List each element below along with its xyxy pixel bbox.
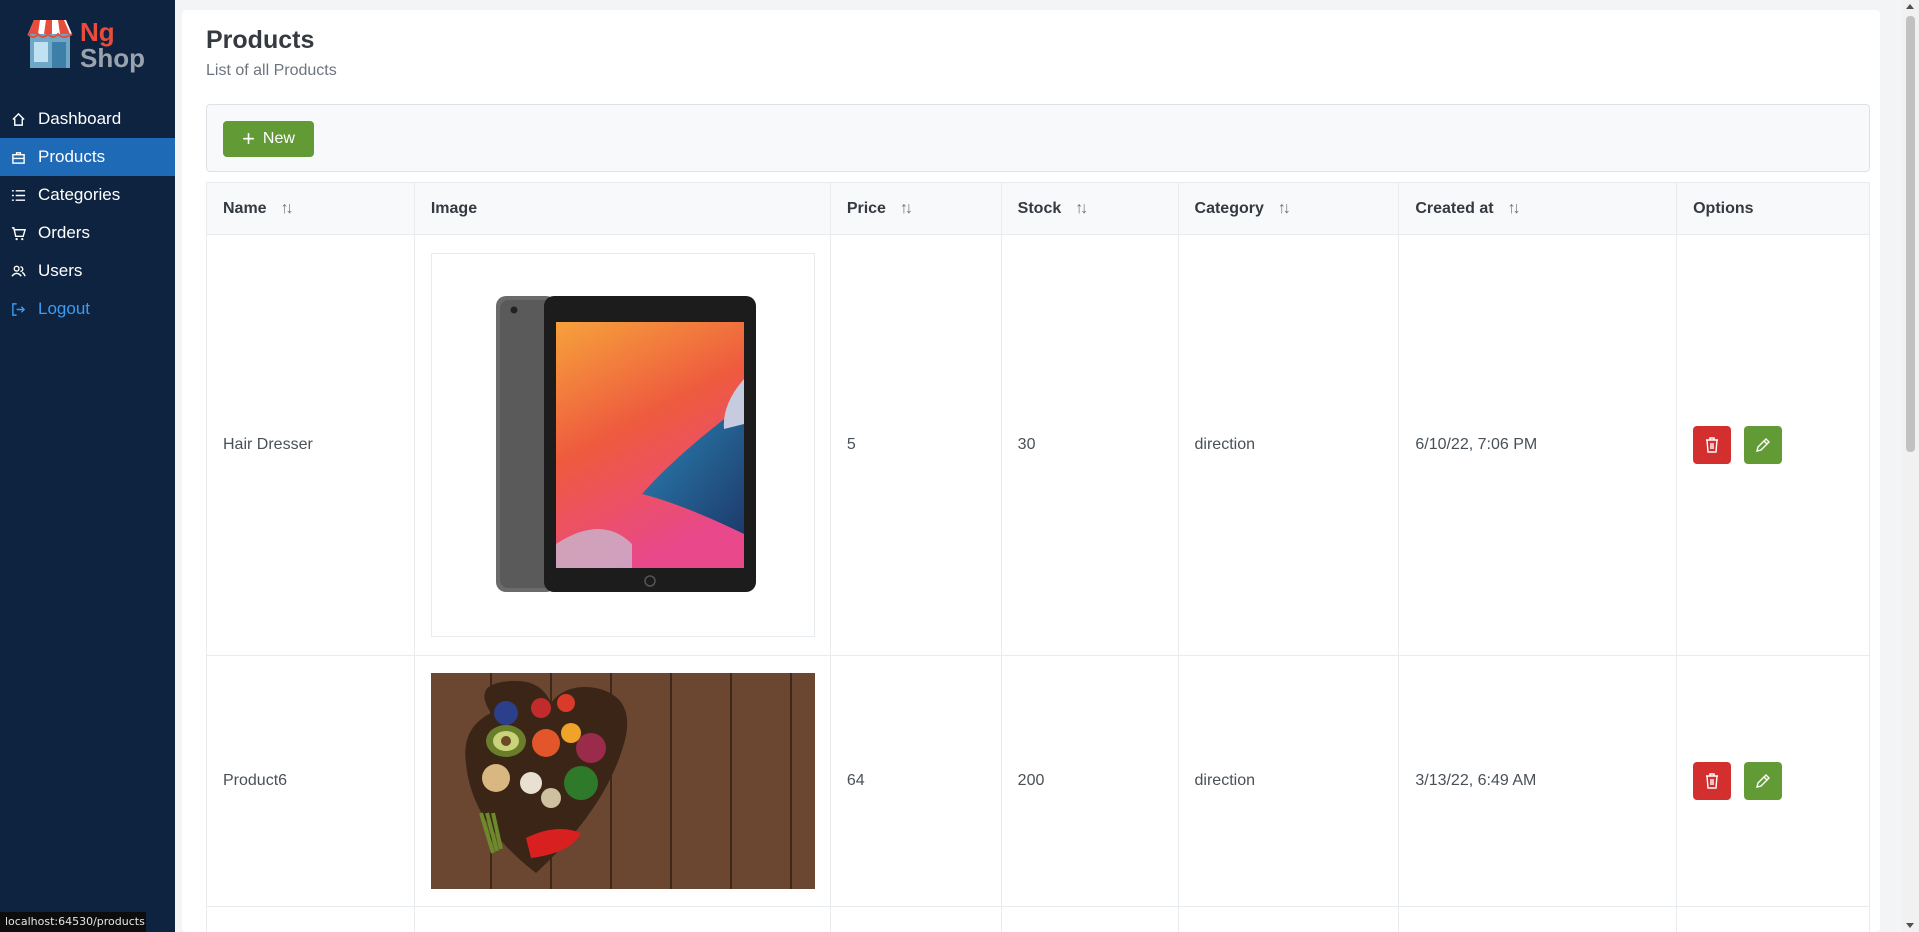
cell-name: Product6 bbox=[206, 655, 415, 907]
main-content: Products List of all Products + New Name… bbox=[182, 10, 1880, 932]
table-row: Hair Dresser 5 30 direction 6/10/22, 7:0… bbox=[206, 234, 1870, 656]
sidebar-item-label: Products bbox=[38, 147, 106, 166]
sign-out-icon bbox=[10, 301, 26, 317]
plus-icon: + bbox=[242, 126, 255, 151]
sidebar-item-label: Orders bbox=[38, 223, 90, 242]
shopping-cart-icon bbox=[10, 225, 26, 241]
pencil-icon bbox=[1755, 774, 1770, 788]
edit-button[interactable] bbox=[1743, 426, 1782, 464]
sidebar: Ng Shop Dashboard Products Categories Or… bbox=[0, 0, 175, 932]
products-table: Name ↑↓ Image Price ↑↓ Stock ↑↓ Category ↑↓ … bbox=[206, 182, 1870, 932]
cell-name: Hair Dresser bbox=[206, 234, 415, 656]
sort-icon[interactable]: ↑↓ bbox=[900, 200, 913, 218]
delete-button[interactable] bbox=[1693, 426, 1732, 464]
trash-icon bbox=[1706, 773, 1719, 789]
cell-stock: 30 bbox=[1000, 234, 1179, 656]
home-icon bbox=[10, 111, 26, 127]
sidebar-item-users[interactable]: Users bbox=[0, 252, 175, 290]
cell-stock: 200 bbox=[1000, 655, 1179, 907]
column-header-options: Options bbox=[1676, 182, 1870, 235]
column-header-image: Image bbox=[413, 182, 831, 235]
column-header-price[interactable]: Price ↑↓ bbox=[829, 182, 1002, 235]
toolbar: + New bbox=[206, 104, 1870, 172]
briefcase-icon bbox=[10, 149, 26, 165]
sidebar-item-categories[interactable]: Categories bbox=[0, 176, 175, 214]
table-header-row: Name ↑↓ Image Price ↑↓ Stock ↑↓ Category ↑↓ … bbox=[206, 182, 1870, 235]
browser-status-url: localhost:64530/products bbox=[0, 912, 146, 932]
store-icon bbox=[27, 20, 73, 68]
scroll-up-arrow-icon[interactable] bbox=[1906, 4, 1914, 9]
table-row: Product6 64 200 direction 3/13/22, 6:49 … bbox=[206, 655, 1870, 907]
scroll-down-arrow-icon[interactable] bbox=[1906, 923, 1914, 928]
cell-options bbox=[1676, 234, 1870, 656]
cell-category: direction bbox=[1177, 234, 1400, 656]
sidebar-item-products[interactable]: Products bbox=[0, 138, 175, 176]
cell-price: 5 bbox=[829, 234, 1002, 656]
sidebar-item-label: Logout bbox=[38, 299, 90, 318]
cell-image bbox=[413, 234, 831, 656]
sidebar-nav: Dashboard Products Categories Orders Use… bbox=[0, 100, 175, 328]
list-icon bbox=[10, 187, 26, 203]
column-header-created[interactable]: Created at ↑↓ bbox=[1398, 182, 1678, 235]
ngshop-logo[interactable]: Ng Shop bbox=[26, 18, 156, 76]
cell-category: direction bbox=[1177, 655, 1400, 907]
cell-image bbox=[413, 655, 831, 907]
sidebar-item-label: Users bbox=[38, 261, 83, 280]
sidebar-item-logout[interactable]: Logout bbox=[0, 290, 175, 328]
cell-created: 3/13/22, 6:49 AM bbox=[1398, 655, 1678, 907]
sidebar-item-label: Categories bbox=[38, 185, 121, 204]
sort-icon[interactable]: ↑↓ bbox=[1278, 200, 1291, 218]
trash-icon bbox=[1706, 437, 1719, 453]
pencil-icon bbox=[1755, 438, 1770, 452]
sort-icon[interactable]: ↑↓ bbox=[1075, 200, 1088, 218]
users-icon bbox=[10, 263, 26, 279]
page-scrollbar[interactable] bbox=[1902, 0, 1919, 932]
scroll-thumb[interactable] bbox=[1906, 16, 1915, 452]
page-title: Products bbox=[206, 26, 315, 54]
tablet-image bbox=[430, 253, 815, 637]
edit-button[interactable] bbox=[1743, 762, 1782, 800]
sort-icon[interactable]: ↑↓ bbox=[281, 200, 294, 218]
new-button-label: New bbox=[262, 130, 295, 147]
sidebar-item-orders[interactable]: Orders bbox=[0, 214, 175, 252]
page-subtitle: List of all Products bbox=[206, 62, 337, 79]
column-header-stock[interactable]: Stock ↑↓ bbox=[1000, 182, 1179, 235]
new-button[interactable]: + New bbox=[223, 121, 314, 157]
vegetables-heart-image bbox=[430, 673, 815, 889]
column-header-category[interactable]: Category ↑↓ bbox=[1177, 182, 1400, 235]
logo-text-ng: Ng bbox=[80, 17, 115, 47]
sort-icon[interactable]: ↑↓ bbox=[1508, 200, 1521, 218]
cell-options bbox=[1676, 655, 1870, 907]
cell-price: 64 bbox=[829, 655, 1002, 907]
sidebar-item-dashboard[interactable]: Dashboard bbox=[0, 100, 175, 138]
table-row bbox=[206, 906, 1870, 932]
cell-created: 6/10/22, 7:06 PM bbox=[1398, 234, 1678, 656]
column-header-name[interactable]: Name ↑↓ bbox=[206, 182, 415, 235]
sidebar-item-label: Dashboard bbox=[38, 109, 122, 128]
logo-text-shop: Shop bbox=[80, 43, 145, 73]
delete-button[interactable] bbox=[1693, 762, 1732, 800]
